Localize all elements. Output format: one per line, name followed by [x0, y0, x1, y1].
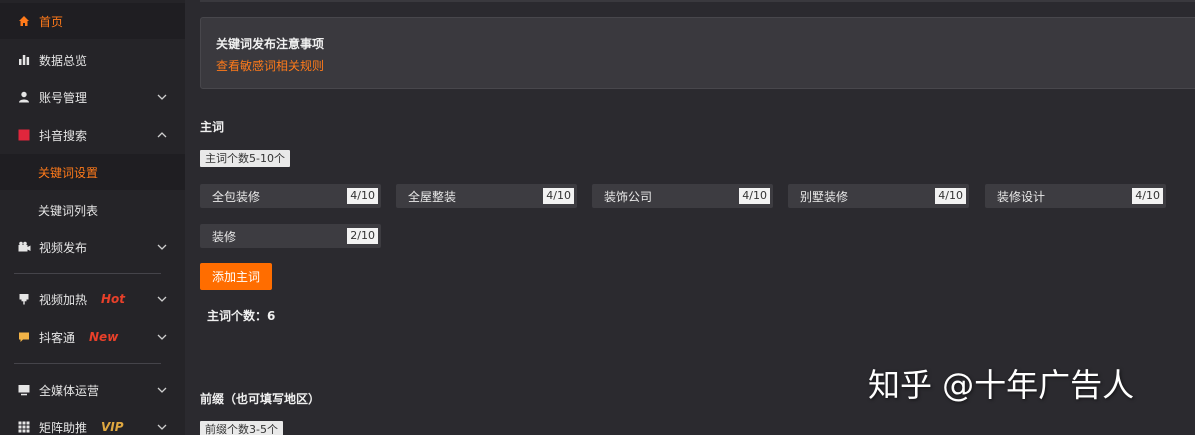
- keyword-label: 全屋整装: [408, 189, 457, 204]
- sidebar-item-video-publish[interactable]: 视频发布: [0, 229, 185, 265]
- sidebar-item-label: 视频发布: [39, 240, 88, 255]
- grid-icon: [17, 420, 31, 434]
- chat-icon: [17, 330, 31, 344]
- chevron-down-icon: [157, 334, 167, 340]
- red-square-icon: [17, 128, 31, 142]
- keyword-chip[interactable]: 全屋整装 4/10: [396, 184, 577, 208]
- keyword-count: 2/10: [347, 228, 378, 244]
- sensitive-words-link[interactable]: 查看敏感词相关规则: [216, 57, 324, 74]
- monitor-icon: [17, 383, 31, 397]
- sidebar-item-label: 抖客通: [39, 330, 76, 345]
- sidebar-subitem-keyword-list[interactable]: 关键词列表: [0, 192, 185, 228]
- keyword-chip[interactable]: 装修 2/10: [200, 224, 381, 248]
- keyword-label: 装修设计: [997, 189, 1046, 204]
- keyword-label: 别墅装修: [800, 189, 849, 204]
- keyword-chip[interactable]: 全包装修 4/10: [200, 184, 381, 208]
- sidebar-item-all-media[interactable]: 全媒体运营: [0, 372, 185, 408]
- chevron-down-icon: [157, 244, 167, 250]
- main-words-title: 主词: [200, 120, 225, 134]
- main-words-hint: 主词个数5-10个: [200, 150, 290, 167]
- chevron-down-icon: [157, 387, 167, 393]
- keyword-count: 4/10: [935, 188, 966, 204]
- bar-chart-icon: [17, 53, 31, 67]
- new-badge: New: [89, 330, 119, 344]
- sidebar-item-label: 数据总览: [39, 53, 88, 68]
- keyword-count: 4/10: [543, 188, 574, 204]
- keyword-label: 装饰公司: [604, 189, 653, 204]
- notice-panel: 关键词发布注意事项 查看敏感词相关规则: [200, 17, 1195, 89]
- sidebar-item-account[interactable]: 账号管理: [0, 79, 185, 115]
- keyword-label: 全包装修: [212, 189, 261, 204]
- sidebar-item-label: 首页: [39, 14, 64, 29]
- sidebar-item-label: 抖音搜索: [39, 128, 88, 143]
- sidebar-divider: [14, 363, 161, 364]
- sidebar-item-doukotong[interactable]: 抖客通 New: [0, 319, 185, 355]
- push-pin-icon: [17, 292, 31, 306]
- keyword-count: 4/10: [739, 188, 770, 204]
- top-divider: [200, 0, 1195, 2]
- sidebar-item-matrix-boost[interactable]: 矩阵助推 VIP: [0, 409, 185, 435]
- chevron-down-icon: [157, 94, 167, 100]
- keyword-chip[interactable]: 装饰公司 4/10: [592, 184, 773, 208]
- sidebar-item-home[interactable]: 首页: [0, 3, 185, 39]
- keyword-chip[interactable]: 装修设计 4/10: [985, 184, 1166, 208]
- keyword-label: 装修: [212, 229, 237, 244]
- user-icon: [17, 90, 31, 104]
- sidebar-item-label: 账号管理: [39, 90, 88, 105]
- sidebar-item-label: 矩阵助推: [39, 420, 88, 435]
- chevron-down-icon: [157, 424, 167, 430]
- prefix-hint: 前缀个数3-5个: [200, 421, 283, 435]
- chevron-down-icon: [157, 296, 167, 302]
- sidebar-item-video-boost[interactable]: 视频加热 Hot: [0, 281, 185, 317]
- home-icon: [17, 14, 31, 28]
- watermark: 知乎 @十年广告人: [868, 366, 1135, 404]
- main-words-count: 主词个数：6: [207, 309, 276, 323]
- add-main-word-button[interactable]: 添加主词: [200, 263, 272, 290]
- video-camera-icon: [17, 240, 31, 254]
- keyword-chip[interactable]: 别墅装修 4/10: [788, 184, 969, 208]
- hot-badge: Hot: [101, 292, 126, 306]
- chevron-up-icon: [157, 132, 167, 138]
- sidebar-item-label: 全媒体运营: [39, 383, 100, 398]
- sidebar-subitem-keyword-settings[interactable]: 关键词设置: [0, 154, 185, 190]
- sidebar-divider: [14, 273, 161, 274]
- sidebar-item-data-overview[interactable]: 数据总览: [0, 42, 185, 78]
- prefix-title: 前缀（也可填写地区）: [200, 392, 321, 406]
- sidebar-item-label: 视频加热: [39, 292, 88, 307]
- keyword-count: 4/10: [347, 188, 378, 204]
- sidebar: 首页 数据总览 账号管理 抖音搜索 关键词设置 关键词列表 视频发布 视频加热 …: [0, 0, 185, 435]
- keyword-count: 4/10: [1132, 188, 1163, 204]
- sidebar-item-douyin-search[interactable]: 抖音搜索: [0, 117, 185, 153]
- notice-title: 关键词发布注意事项: [216, 37, 325, 51]
- vip-badge: VIP: [101, 420, 124, 434]
